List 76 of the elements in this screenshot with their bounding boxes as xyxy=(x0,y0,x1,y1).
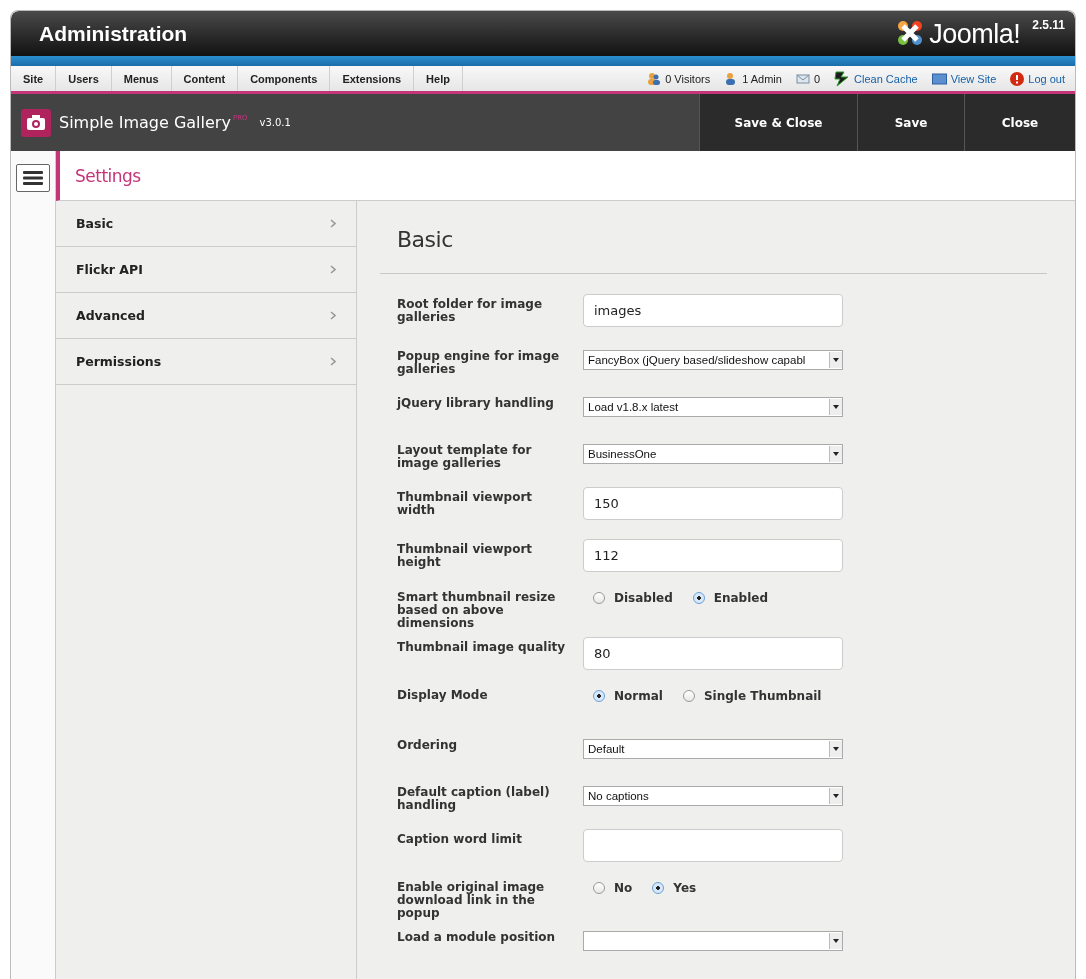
settings-tab[interactable]: Permissions xyxy=(56,339,356,385)
toolbar-button[interactable]: Save & Close xyxy=(699,94,857,151)
radio-button[interactable] xyxy=(682,690,695,702)
field-label: Ordering xyxy=(397,737,458,754)
text-field[interactable] xyxy=(583,829,843,862)
menu-item[interactable]: Site xyxy=(11,66,57,91)
field-label: Enable original image download link in the popup xyxy=(397,881,546,922)
dropdown[interactable] xyxy=(583,931,843,951)
version-label: 2.5.11 xyxy=(1032,17,1065,32)
radio-button[interactable] xyxy=(593,690,605,702)
chevron-right-icon xyxy=(330,311,336,320)
text-field[interactable]: 112 xyxy=(583,539,843,572)
field-label: Thumbnail image quality xyxy=(397,639,567,656)
menu-item[interactable]: Content xyxy=(171,66,239,91)
extension-title: Simple Image Gallery xyxy=(59,113,231,132)
radio-label[interactable]: No xyxy=(614,881,633,895)
radio-label[interactable]: Enabled xyxy=(713,591,769,605)
field-label: Smart thumbnail resize based on above dimensions xyxy=(397,591,557,632)
menu-item[interactable]: Users xyxy=(56,66,112,91)
field-label: jQuery library handling xyxy=(397,395,555,412)
status-count: 1 Admin xyxy=(742,72,782,85)
radio-label[interactable]: Disabled xyxy=(614,591,673,605)
section-heading: Basic xyxy=(380,201,1047,274)
field-label: Thumbnail viewport width xyxy=(397,489,534,519)
menu-icon xyxy=(23,171,43,185)
alert-icon xyxy=(1010,71,1025,86)
menu-item[interactable]: Extensions xyxy=(330,66,415,91)
status-count: 0 Visitors xyxy=(665,72,711,85)
field-label: Root folder for image galleries xyxy=(397,296,544,326)
settings-title: Settings xyxy=(75,165,141,186)
dropdown[interactable]: No captions xyxy=(583,786,843,806)
field-label: Thumbnail viewport height xyxy=(397,541,534,571)
menu-item[interactable]: Menus xyxy=(111,66,172,91)
dropdown[interactable]: Load v1.8.x latest xyxy=(583,397,843,417)
chevron-right-icon xyxy=(330,219,336,228)
settings-tab[interactable]: Basic xyxy=(56,201,356,247)
toolbar-button[interactable]: Close xyxy=(964,94,1075,151)
field-label: Caption word limit xyxy=(397,831,523,848)
field-label: Layout template for image galleries xyxy=(397,442,533,472)
menu-toggle-button[interactable] xyxy=(16,164,50,192)
menu-item[interactable]: Components xyxy=(238,66,331,91)
window-title: Administration xyxy=(39,21,189,46)
status-link[interactable]: Clean Cache xyxy=(854,72,918,85)
field-label: Default caption (label) handling xyxy=(397,784,551,814)
radio-label[interactable]: Normal xyxy=(614,689,663,703)
radio-label[interactable]: Single Thumbnail xyxy=(703,689,822,703)
field-label: Load a module position xyxy=(397,929,557,946)
monitor-icon xyxy=(931,72,947,85)
menu-item[interactable]: Help xyxy=(414,66,463,91)
camera-icon xyxy=(21,108,51,137)
chevron-right-icon xyxy=(330,265,336,274)
text-field[interactable]: 80 xyxy=(583,637,843,670)
field-label: Popup engine for image galleries xyxy=(397,348,561,378)
text-field[interactable]: 150 xyxy=(583,487,843,520)
radio-button[interactable] xyxy=(692,592,705,604)
radio-button[interactable] xyxy=(652,882,665,894)
status-link[interactable]: View Site xyxy=(950,72,997,85)
text-field[interactable]: images xyxy=(583,294,843,327)
envelope-icon xyxy=(795,72,810,85)
status-link[interactable]: Log out xyxy=(1028,72,1065,85)
settings-tab[interactable]: Flickr API xyxy=(56,247,356,293)
users-icon xyxy=(647,71,662,86)
dropdown[interactable]: BusinessOne xyxy=(583,444,843,464)
logo-text: Joomla! xyxy=(929,17,1021,50)
radio-button[interactable] xyxy=(593,882,605,894)
field-label: Display Mode xyxy=(397,689,489,704)
dropdown[interactable]: Default xyxy=(583,739,843,759)
radio-label[interactable]: Yes xyxy=(673,881,697,895)
status-count: 0 xyxy=(813,72,821,85)
version-label: v3.0.1 xyxy=(259,117,291,128)
dropdown[interactable]: FancyBox (jQuery based/slideshow capabl xyxy=(583,350,843,370)
toolbar-button[interactable]: Save xyxy=(857,94,964,151)
settings-tab[interactable]: Advanced xyxy=(56,293,356,339)
chevron-right-icon xyxy=(330,357,336,366)
lightning-icon xyxy=(834,70,851,87)
radio-button[interactable] xyxy=(593,592,605,604)
